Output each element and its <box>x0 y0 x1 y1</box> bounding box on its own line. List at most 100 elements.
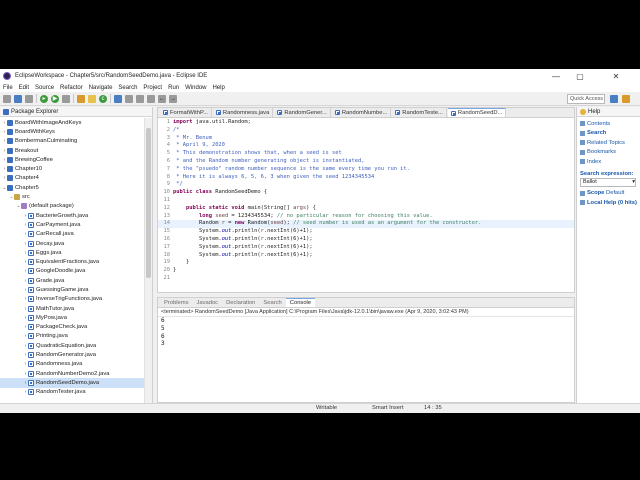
new-package-icon[interactable] <box>88 94 96 103</box>
java-perspective-icon[interactable] <box>622 95 630 103</box>
help-link-bookmarks[interactable]: Bookmarks <box>580 148 637 158</box>
project-icon <box>7 166 13 173</box>
tree-item[interactable]: › GoogleDoodle.java <box>0 267 145 276</box>
search-expression-input[interactable]: Ballot ▾ <box>580 177 636 187</box>
quick-access-input[interactable]: Quick Access <box>567 94 605 104</box>
tree-item[interactable]: › PackageCheck.java <box>0 323 145 332</box>
package-explorer-scrollbar[interactable] <box>144 118 152 403</box>
help-link-related-topics[interactable]: Related Topics <box>580 138 637 148</box>
tree-item[interactable]: › MyPow.java <box>0 313 145 322</box>
tree-item[interactable]: › QuadraticEquation.java <box>0 341 145 350</box>
help-link-index[interactable]: Index <box>580 157 637 167</box>
print-icon[interactable] <box>25 94 33 103</box>
back-icon[interactable]: ← <box>158 94 166 103</box>
editor-tab[interactable]: RandomNumbe... <box>332 108 392 117</box>
help-link-contents[interactable]: Contents <box>580 119 637 129</box>
menu-search[interactable]: Search <box>118 85 137 91</box>
forward-icon[interactable]: → <box>169 94 177 103</box>
tree-item[interactable]: › RandomSeedDemo.java <box>0 378 145 388</box>
menu-run[interactable]: Run <box>168 85 179 91</box>
console-output[interactable]: 6563 <box>158 317 574 348</box>
menu-edit[interactable]: Edit <box>19 85 29 91</box>
code-text: System.out.println(r.nextInt(6)+1); <box>173 235 313 242</box>
new-icon[interactable] <box>3 94 11 103</box>
save-icon[interactable] <box>14 94 22 103</box>
tab-console[interactable]: Console <box>285 298 316 307</box>
editor-tab[interactable]: RandomGener... <box>274 108 331 117</box>
tree-item[interactable]: › BombermanCulminating <box>0 137 145 146</box>
tree-item[interactable]: › MathTutor.java <box>0 304 145 313</box>
perspective-icon[interactable] <box>610 95 618 103</box>
tree-item[interactable]: › Eggs.java <box>0 248 145 257</box>
annotation-next-icon[interactable] <box>136 94 144 103</box>
search-icon[interactable] <box>125 94 133 103</box>
annotation-prev-icon[interactable] <box>147 94 155 103</box>
tree-item[interactable]: › Chapter4 <box>0 174 145 183</box>
tree-item[interactable]: › RandomGenerator.java <box>0 350 145 359</box>
java-file-icon <box>28 296 34 303</box>
local-help-row[interactable]: Local Help (0 hits) <box>577 198 640 208</box>
editor-tab[interactable]: FormatWithP... <box>160 108 212 117</box>
menu-source[interactable]: Source <box>35 85 54 91</box>
tree-item[interactable]: › Printing.java <box>0 332 145 341</box>
scrollbar-thumb[interactable] <box>146 128 151 278</box>
maximize-button[interactable]: ▢ <box>568 69 592 83</box>
menu-window[interactable]: Window <box>185 85 206 91</box>
help-link-search[interactable]: Search <box>580 129 637 139</box>
tree-item[interactable]: › CarPayment.java <box>0 220 145 229</box>
line-number: 5 <box>166 150 170 157</box>
tree-item[interactable]: › RandomTester.java <box>0 388 145 397</box>
code-text: * April 9, 2020 <box>173 142 225 149</box>
tab-problems[interactable]: Problems <box>160 298 192 307</box>
new-java-project-icon[interactable] <box>77 94 85 103</box>
tree-item[interactable]: › Grade.java <box>0 276 145 285</box>
tree-item[interactable]: › EquivalentFractions.java <box>0 257 145 266</box>
editor-tab[interactable]: RandomTeste... <box>392 108 447 117</box>
code-line: 16 System.out.println(r.nextInt(6)+1); <box>158 236 574 244</box>
open-type-icon[interactable] <box>114 94 122 103</box>
terminated-label: <terminated> RandomSeedDemo [Java Applic… <box>158 308 574 317</box>
help-link-icon <box>580 130 585 136</box>
code-area[interactable]: 1 import java.util.Random; 2/* 3 * Mr. Benu… <box>158 119 574 294</box>
new-class-icon[interactable]: c <box>99 94 107 103</box>
tab-declaration[interactable]: Declaration <box>222 298 259 307</box>
tree-item[interactable]: › BacterieGrowth.java <box>0 211 145 220</box>
tree-item[interactable]: › Chapter10 <box>0 164 145 173</box>
menu-navigate[interactable]: Navigate <box>89 85 113 91</box>
project-icon <box>7 156 13 163</box>
tree-item[interactable]: ⌄ (default package) <box>0 202 145 211</box>
tree-item[interactable]: › RandomNumberDemo2.java <box>0 369 145 378</box>
help-link-icon <box>580 140 585 146</box>
tree-item[interactable]: ⌄ src <box>0 192 145 201</box>
menu-refactor[interactable]: Refactor <box>60 85 83 91</box>
tree-item[interactable]: › Breakout <box>0 146 145 155</box>
menu-file[interactable]: File <box>3 85 13 91</box>
editor-tab[interactable]: Randomness.java <box>213 108 274 117</box>
tree-item-label: BoardWithKeys <box>15 128 55 135</box>
tree-item[interactable]: › Randomness.java <box>0 360 145 369</box>
line-number: 4 <box>166 142 170 149</box>
menu-help[interactable]: Help <box>212 85 224 91</box>
tree-item[interactable]: › BoardWithImageAndKeys <box>0 118 145 127</box>
tree-item[interactable]: › CarRecall.java <box>0 230 145 239</box>
tab-javadoc[interactable]: Javadoc <box>192 298 222 307</box>
tree-item-label: RandomGenerator.java <box>36 352 96 359</box>
menu-project[interactable]: Project <box>143 85 162 91</box>
editor-tab[interactable]: RandomSeedD... <box>447 108 507 117</box>
close-button[interactable]: ✕ <box>604 69 628 83</box>
tree-item-label: Chapter4 <box>15 175 39 182</box>
tree-item-label: src <box>22 194 30 201</box>
coverage-icon[interactable] <box>62 94 70 103</box>
tree-item[interactable]: › BrewingCoffee <box>0 155 145 164</box>
tree-item[interactable]: › Decay.java <box>0 239 145 248</box>
tree-item[interactable]: ⌄ Chapter5 <box>0 183 145 192</box>
tree-item[interactable]: › BoardWithKeys <box>0 127 145 136</box>
tab-search[interactable]: Search <box>259 298 285 307</box>
tree-item-label: Decay.java <box>36 240 65 247</box>
minimize-button[interactable]: — <box>544 69 568 83</box>
debug-icon[interactable]: ▸ <box>40 94 48 103</box>
scope-row[interactable]: Scope Default <box>577 189 640 199</box>
tree-item[interactable]: › GuessingGame.java <box>0 285 145 294</box>
tree-item[interactable]: › InverseTrigFunctions.java <box>0 295 145 304</box>
run-icon[interactable]: ▶ <box>51 94 59 103</box>
